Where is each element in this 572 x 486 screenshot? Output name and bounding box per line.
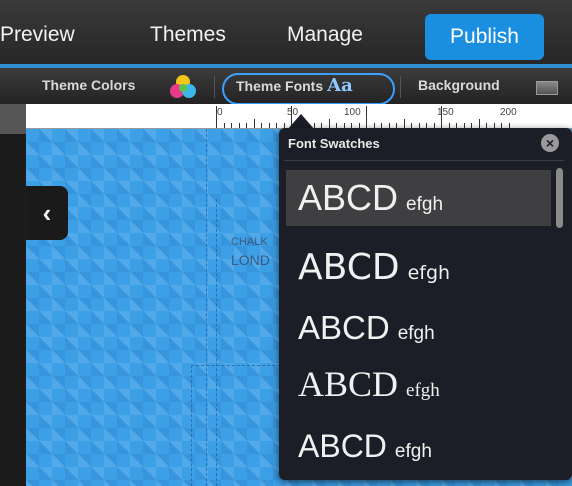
- font-swatch-5[interactable]: ABCD efgh: [286, 418, 551, 474]
- ruler-tick: [216, 106, 217, 128]
- swatch-sample-lower: efgh: [406, 194, 444, 215]
- background-swatch-icon: [536, 81, 558, 95]
- ruler-corner: [0, 104, 26, 134]
- background-label: Background: [418, 77, 500, 93]
- swatch-sample-lower: efgh: [407, 262, 451, 284]
- popup-divider: [284, 160, 564, 161]
- popup-scrollbar[interactable]: [556, 168, 563, 228]
- swatch-sample-lower: efgh: [397, 323, 435, 344]
- ruler-tick: [403, 119, 405, 128]
- publish-button[interactable]: Publish: [425, 14, 544, 60]
- swatch-sample-upper: ABCD: [298, 177, 399, 218]
- guide-line: [216, 199, 217, 486]
- chevron-left-icon[interactable]: ‹: [26, 186, 68, 240]
- ruler-tick: [441, 106, 442, 128]
- theme-fonts-highlight: [222, 73, 395, 105]
- toolbar-divider: [214, 76, 215, 98]
- ruler-tick: [478, 119, 480, 128]
- color-palette-icon: [170, 75, 196, 98]
- font-swatch-4[interactable]: ABCD efgh: [286, 356, 551, 412]
- popup-title: Font Swatches: [288, 136, 380, 151]
- ruler-tick: [276, 123, 277, 128]
- left-panel-strip: [0, 104, 26, 486]
- top-nav-bar: Preview Themes Manage Publish: [0, 0, 572, 66]
- ruler-label: 0: [217, 107, 223, 118]
- font-swatch-3[interactable]: ABCD efgh: [286, 300, 551, 356]
- ruler-label: 150: [437, 107, 454, 118]
- canvas-text-line2[interactable]: LOND: [231, 252, 270, 268]
- theme-colors-button[interactable]: Theme Colors: [42, 77, 135, 93]
- ruler-tick: [231, 123, 232, 128]
- guide-line: [191, 365, 192, 486]
- ruler-tick: [261, 123, 262, 128]
- nav-manage[interactable]: Manage: [287, 22, 363, 48]
- toolbar-divider: [400, 76, 401, 98]
- ruler-label: 200: [500, 107, 517, 118]
- nav-themes[interactable]: Themes: [150, 22, 226, 48]
- ruler-tick: [246, 123, 247, 128]
- swatch-sample-lower: efgh: [406, 380, 440, 401]
- swatch-sample-upper: ABCD: [298, 309, 390, 346]
- ruler-tick: [328, 119, 330, 128]
- nav-preview[interactable]: Preview: [0, 22, 75, 48]
- swatch-sample-upper: ABCD: [298, 247, 400, 288]
- ruler-tick: [268, 123, 270, 128]
- ruler-tick: [223, 123, 225, 128]
- canvas-text-line1[interactable]: CHALK: [231, 236, 268, 248]
- guide-line: [206, 129, 207, 486]
- swatch-sample-upper: ABCD: [298, 364, 399, 404]
- theme-colors-label: Theme Colors: [42, 77, 136, 93]
- swatch-sample-upper: ABCD: [298, 428, 387, 464]
- font-swatch-2[interactable]: ABCD efgh: [286, 240, 551, 296]
- ruler-tick: [366, 106, 367, 128]
- close-icon[interactable]: ×: [541, 134, 559, 152]
- ruler-label: 100: [344, 107, 361, 118]
- ruler-tick: [238, 123, 240, 128]
- background-button[interactable]: Background: [418, 77, 500, 93]
- font-swatch-1[interactable]: ABCD efgh: [286, 170, 551, 226]
- font-swatches-popup: Font Swatches × ABCD efgh ABCD efgh ABCD ef…: [279, 128, 572, 480]
- swatch-sample-lower: efgh: [394, 441, 432, 462]
- ruler-tick: [253, 119, 255, 128]
